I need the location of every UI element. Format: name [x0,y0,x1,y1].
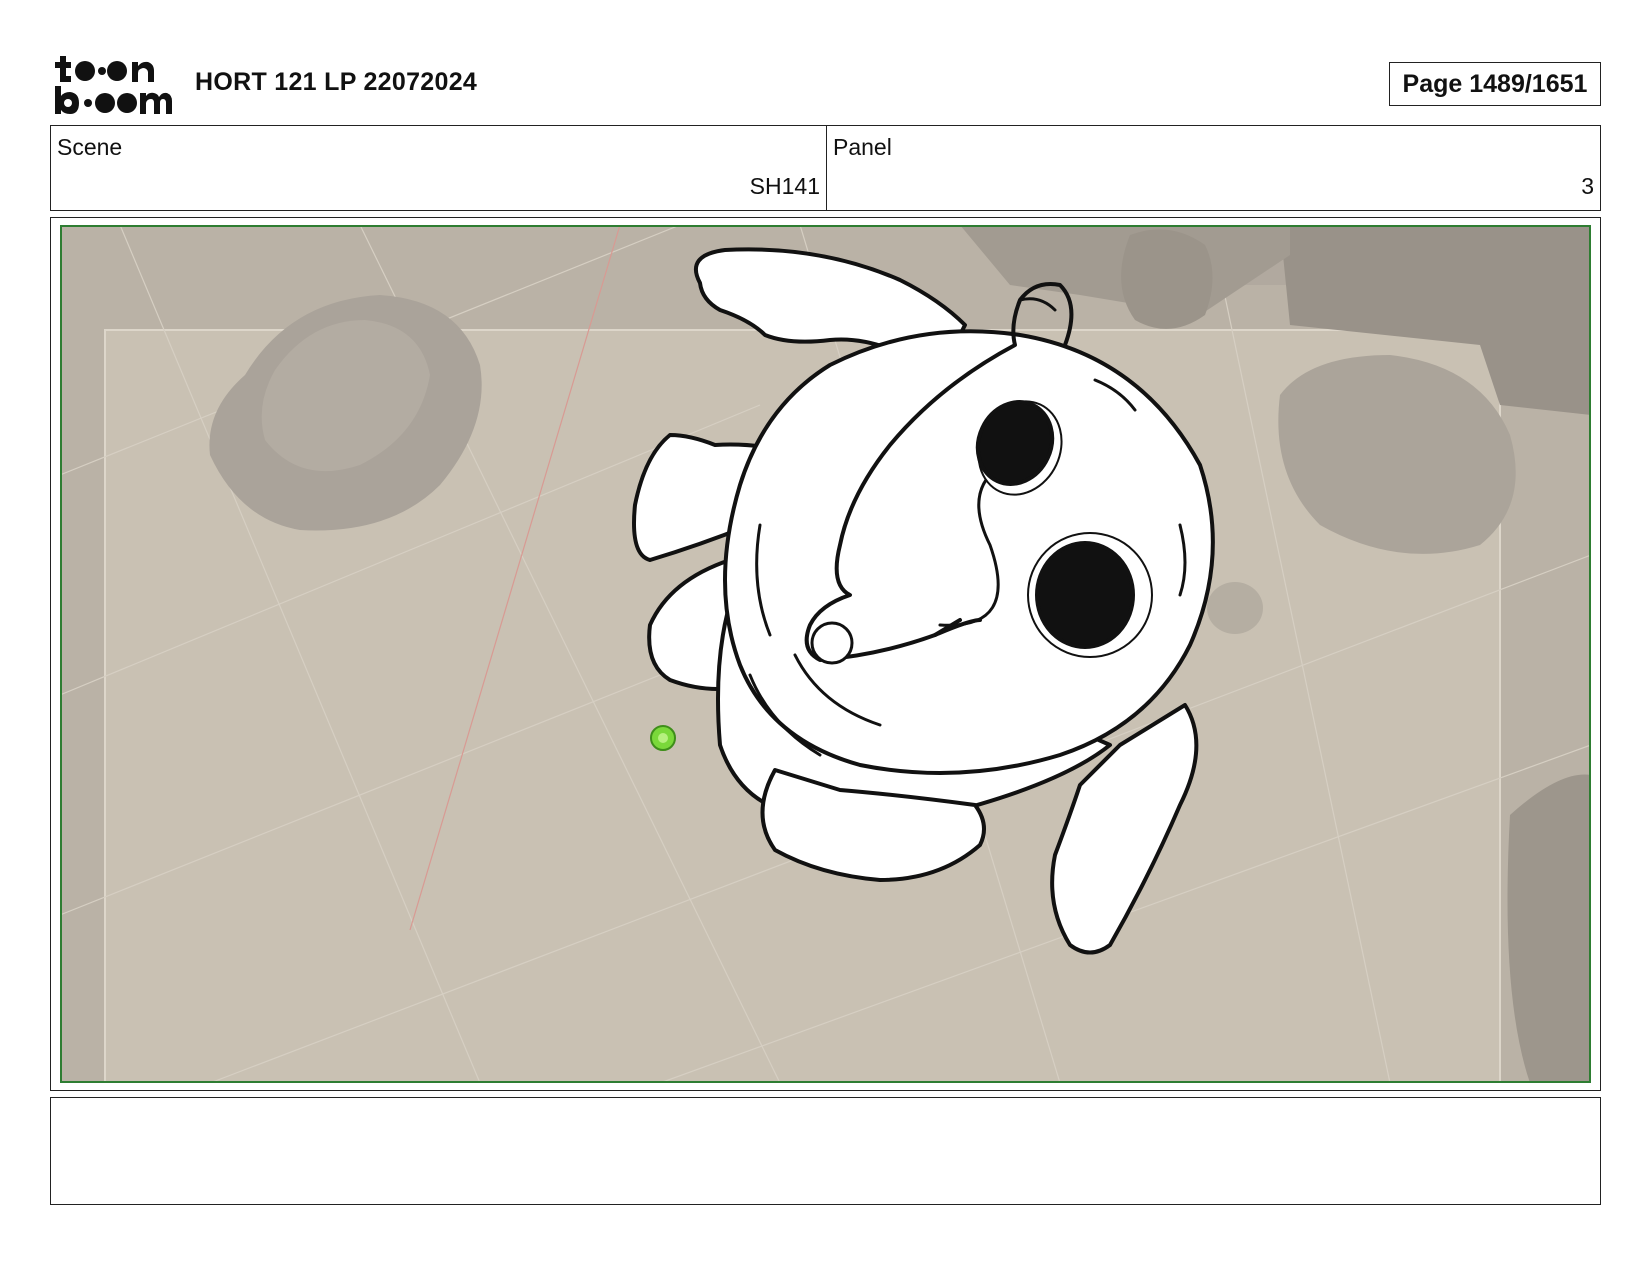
panel-cell: Panel 3 [827,126,1600,210]
scene-value: SH141 [749,173,820,199]
document-title: HORT 121 LP 22072024 [195,68,478,96]
panel-notes-box [50,1097,1601,1205]
page-indicator: Page 1489/1651 [1389,62,1601,106]
scene-label: Scene [57,134,123,160]
panel-value: 3 [1581,173,1594,199]
storyboard-panel-image [60,225,1591,1083]
green-position-marker-icon [650,725,676,751]
panel-label: Panel [833,134,892,160]
scene-cell: Scene SH141 [51,126,827,210]
scene-panel-info: Scene SH141 Panel 3 [50,125,1601,211]
toon-boom-logo [55,56,172,114]
